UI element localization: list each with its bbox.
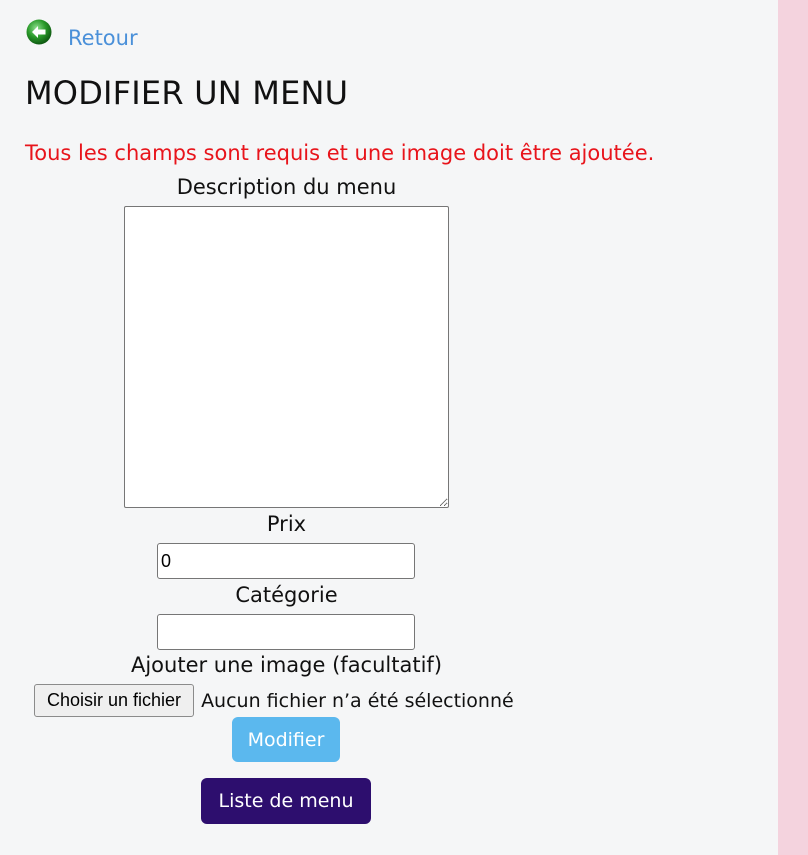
- modify-button[interactable]: Modifier: [232, 717, 340, 762]
- description-textarea[interactable]: [124, 206, 449, 508]
- back-link[interactable]: Retour: [26, 14, 138, 50]
- price-input[interactable]: [157, 543, 415, 579]
- image-label: Ajouter une image (facultatif): [130, 653, 443, 677]
- price-label: Prix: [266, 512, 307, 536]
- choose-file-button[interactable]: Choisir un fichier: [34, 684, 195, 717]
- back-arrow-icon: [26, 19, 52, 45]
- right-side-strip: [778, 0, 808, 855]
- category-input[interactable]: [157, 614, 415, 650]
- page-title: MODIFIER UN MENU: [25, 74, 349, 112]
- back-link-label: Retour: [68, 26, 138, 50]
- file-status-text: Aucun fichier n’a été sélectionné: [201, 689, 514, 712]
- file-picker: Choisir un fichier Aucun fichier n’a été…: [34, 684, 514, 717]
- category-label: Catégorie: [235, 583, 338, 607]
- error-message: Tous les champs sont requis et une image…: [25, 141, 655, 165]
- description-label: Description du menu: [176, 175, 397, 199]
- menu-list-button[interactable]: Liste de menu: [201, 778, 371, 824]
